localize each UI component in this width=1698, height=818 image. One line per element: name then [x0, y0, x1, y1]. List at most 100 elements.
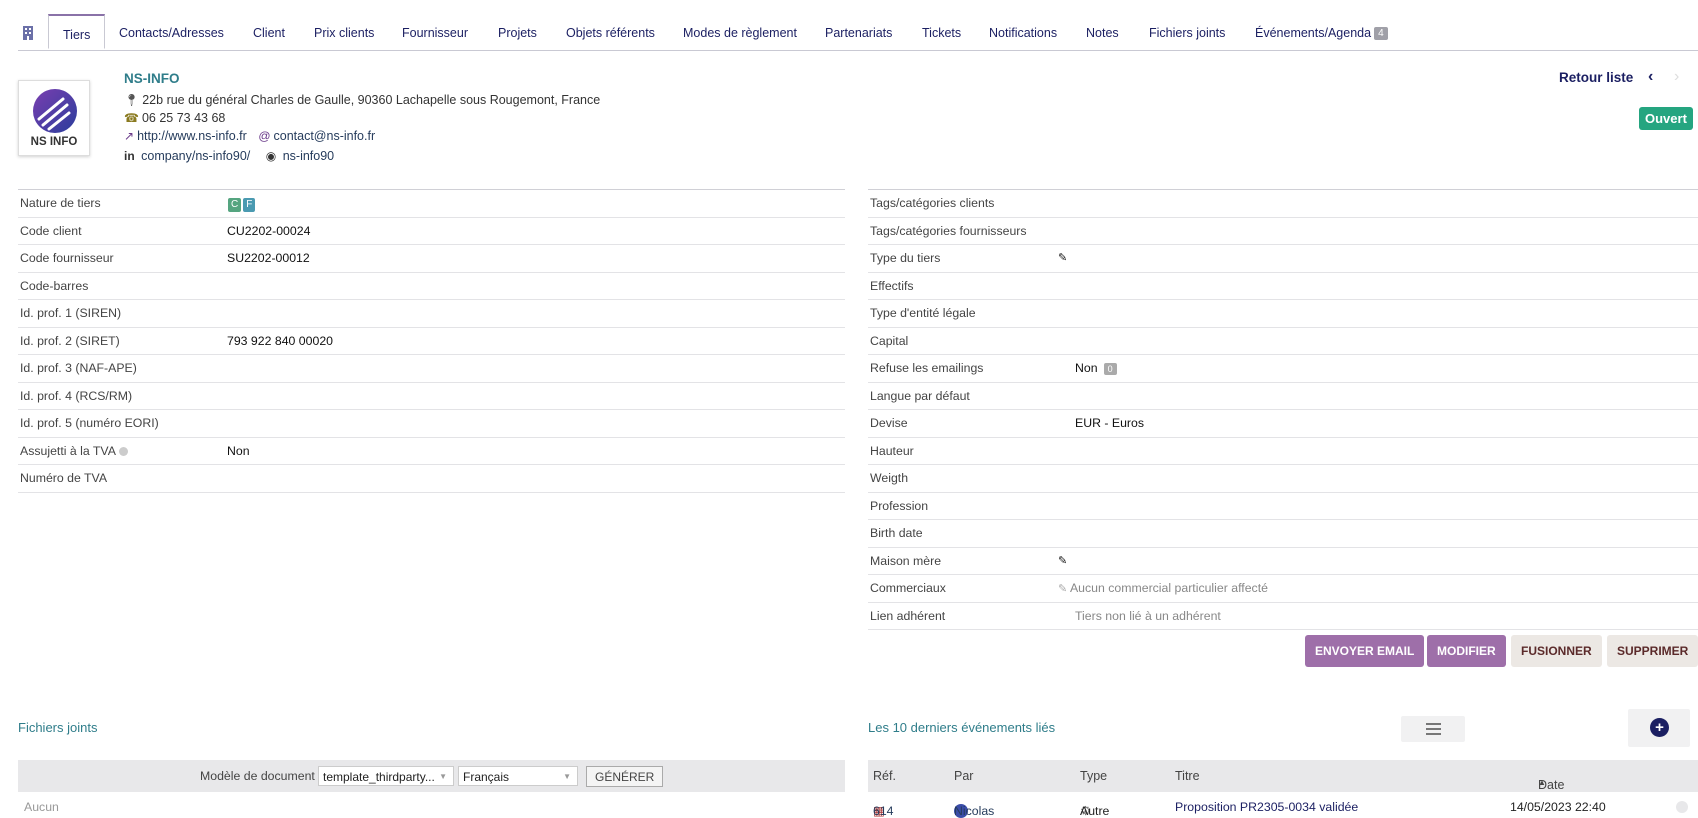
col-title[interactable]: Titre: [1175, 769, 1200, 783]
col-type[interactable]: Type: [1080, 769, 1107, 783]
tab-partenariats[interactable]: Partenariats: [825, 14, 892, 50]
field-label: Id. prof. 2 (SIRET): [20, 333, 120, 348]
github-link[interactable]: ns-info90: [283, 149, 334, 163]
chevron-right-icon: ›: [1674, 68, 1680, 85]
tab-objets-referents[interactable]: Objets référents: [566, 14, 655, 50]
tab-tickets[interactable]: Tickets: [922, 14, 961, 50]
company-icon[interactable]: [22, 14, 36, 50]
linkedin-link[interactable]: company/ns-info90/: [141, 149, 250, 163]
tab-notifications[interactable]: Notifications: [989, 14, 1057, 50]
field-row: Tags/catégories clients: [868, 190, 1698, 218]
col-by[interactable]: Par: [954, 769, 973, 783]
field-row: Id. prof. 5 (numéro EORI): [18, 410, 845, 438]
tab-notes[interactable]: Notes: [1086, 14, 1119, 50]
field-row: Hauteur: [868, 438, 1698, 465]
list-view-button[interactable]: [1401, 716, 1465, 742]
model-select-value: template_thirdparty...: [323, 770, 435, 784]
field-label: Weigth: [870, 471, 909, 485]
field-label: Lien adhérent: [870, 608, 946, 623]
tab-evenements-agenda[interactable]: Événements/Agenda 4: [1255, 14, 1388, 50]
phone: 06 25 73 43 68: [141, 111, 226, 125]
emailing-count-badge: 0: [1103, 363, 1117, 375]
field-label: Refuse les emailings: [870, 361, 984, 375]
pencil-icon[interactable]: ✎: [1058, 245, 1067, 271]
tab-projets[interactable]: Projets: [498, 14, 537, 50]
send-email-button[interactable]: Envoyer email: [1305, 635, 1425, 667]
pencil-icon[interactable]: ✎: [1058, 583, 1067, 595]
tab-prix-clients[interactable]: Prix clients: [314, 14, 374, 50]
delete-button[interactable]: Supprimer: [1607, 635, 1698, 667]
field-label: Maison mère: [870, 553, 942, 568]
tab-client[interactable]: Client: [253, 14, 285, 50]
tab-modes-reglement[interactable]: Modes de règlement: [683, 14, 797, 50]
field-value: Non: [227, 443, 250, 458]
field-value: SU2202-00012: [227, 251, 310, 265]
chevron-left-icon[interactable]: ‹: [1648, 68, 1653, 86]
linkedin-icon: in: [124, 149, 135, 163]
field-row: Code-barres: [18, 273, 845, 300]
customer-tag: C: [228, 198, 242, 212]
field-label-text: Assujetti à la TVA: [20, 443, 116, 458]
phone-icon: ☎: [124, 111, 139, 125]
tab-label: Événements/Agenda: [1255, 26, 1372, 40]
chevron-down-icon: ▼: [563, 772, 571, 781]
events-section-title: Les 10 derniers événements liés: [868, 720, 1056, 735]
field-row: Capital: [868, 328, 1698, 355]
field-label: Id. prof. 5 (numéro EORI): [20, 416, 159, 430]
event-title-link[interactable]: Proposition PR2305-0034 validée: [1175, 800, 1358, 814]
field-value: EUR - Euros: [1075, 416, 1145, 430]
field-row: Birth date: [868, 520, 1698, 548]
event-date: 14/05/2023 22:40: [1510, 800, 1606, 814]
field-label: Profession: [870, 498, 929, 513]
modify-button[interactable]: Modifier: [1427, 635, 1506, 667]
field-row: Tags/catégories fournisseurs: [868, 218, 1698, 245]
col-ref[interactable]: Réf.: [873, 769, 896, 783]
field-value: ✎ Aucun commercial particulier affecté: [1058, 575, 1268, 602]
files-empty-text: Aucun: [24, 800, 59, 814]
field-label: Numéro de TVA: [20, 471, 108, 485]
company-name: NS-INFO: [124, 71, 180, 86]
tab-fichiers-joints[interactable]: Fichiers joints: [1149, 14, 1225, 50]
files-section-title: Fichiers joints: [18, 720, 98, 735]
back-to-list-link[interactable]: Retour liste: [1559, 70, 1633, 85]
add-event-button[interactable]: +: [1628, 709, 1690, 747]
merge-button[interactable]: Fusionner: [1511, 635, 1602, 667]
at-icon: @: [258, 129, 271, 143]
left-fields-table: Nature de tiers CF Code client CU2202-000…: [18, 189, 845, 493]
tab-tiers[interactable]: Tiers: [48, 14, 106, 49]
field-row: Id. prof. 2 (SIRET) 793 922 840 00020: [18, 328, 845, 355]
info-icon[interactable]: [118, 446, 128, 456]
model-select[interactable]: template_thirdparty... ▼: [318, 766, 454, 786]
field-label: Effectifs: [870, 278, 914, 293]
field-label: Type du tiers: [870, 251, 941, 265]
tab-bar: Tiers Contacts/Adresses Client Prix clie…: [18, 14, 1698, 51]
field-label: Id. prof. 4 (RCS/RM): [20, 388, 133, 403]
tab-fournisseur[interactable]: Fournisseur: [402, 14, 468, 50]
tab-contacts[interactable]: Contacts/Adresses: [119, 14, 224, 50]
field-label: Id. prof. 1 (SIREN): [20, 306, 122, 320]
field-row: Nature de tiers CF: [18, 190, 845, 218]
pencil-icon[interactable]: ✎: [1058, 548, 1067, 574]
field-label: Birth date: [870, 526, 923, 540]
generate-button[interactable]: GÉNÉRER: [586, 766, 664, 787]
field-row: Langue par défaut: [868, 383, 1698, 410]
field-label: Id. prof. 3 (NAF-APE): [20, 361, 137, 375]
list-icon: [1426, 723, 1441, 735]
language-select[interactable]: Français ▼: [458, 766, 578, 786]
social-line: in company/ns-info90/ ◉ ns-info90: [124, 149, 334, 163]
address: 22b rue du général Charles de Gaulle, 90…: [142, 93, 601, 107]
field-row: Code client CU2202-00024: [18, 218, 845, 245]
field-value: Tiers non lié à un adhérent: [1075, 608, 1221, 623]
field-row: Maison mère ✎: [868, 548, 1698, 575]
field-label: Assujetti à la TVA: [20, 438, 128, 464]
website-link[interactable]: http://www.ns-info.fr: [137, 129, 247, 143]
field-value: CU2202-00024: [227, 223, 311, 238]
contact-line: ↗ http://www.ns-info.fr @ contact@ns-info.…: [124, 129, 375, 143]
github-icon: ◉: [265, 149, 277, 163]
field-row: Numéro de TVA: [18, 465, 845, 493]
plus-icon: +: [1650, 718, 1669, 737]
field-label: Hauteur: [870, 443, 914, 458]
model-label: Modèle de document: [200, 769, 315, 783]
col-date-label: Date: [1538, 778, 1565, 792]
email-link[interactable]: contact@ns-info.fr: [274, 129, 376, 143]
